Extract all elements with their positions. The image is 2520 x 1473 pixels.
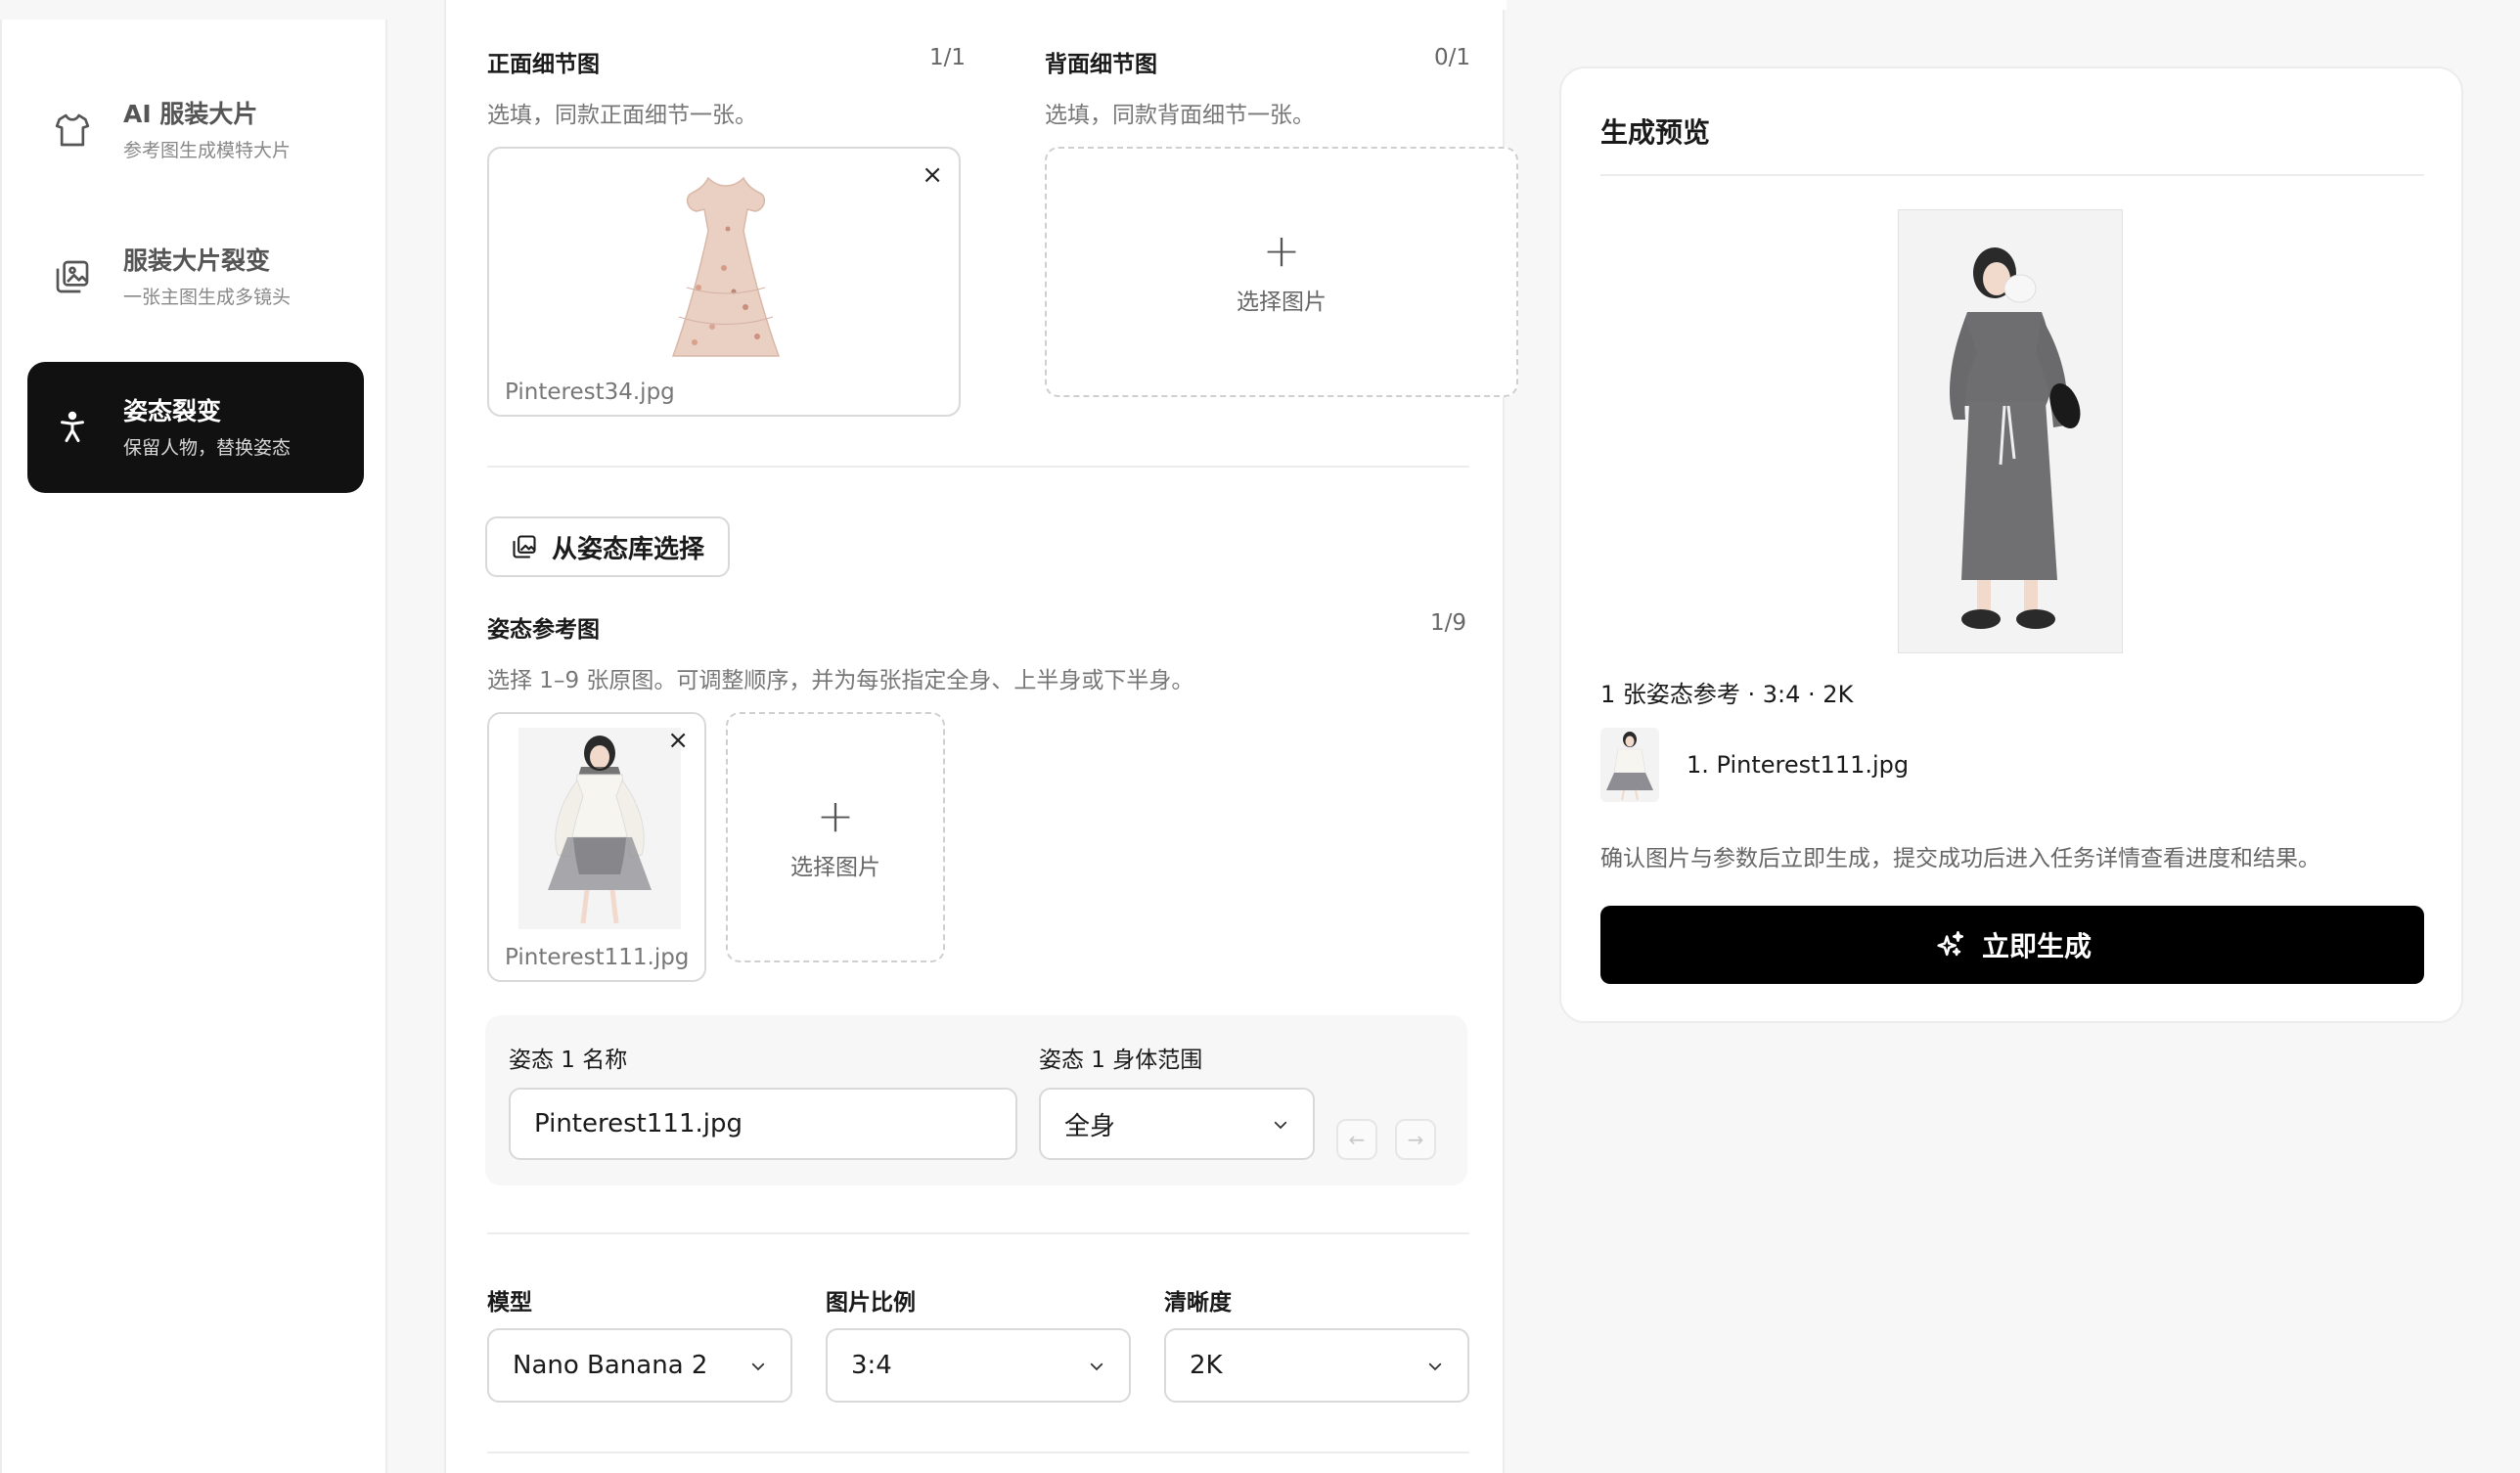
move-next-button[interactable]: → [1395,1119,1436,1160]
pose-name-input[interactable] [509,1088,1017,1160]
plus-icon: + [1262,224,1301,277]
sidebar-item-subtitle: 一张主图生成多镜头 [123,287,292,308]
generate-label: 立即生成 [1981,930,2092,962]
sidebar-item-pose-fission[interactable]: 姿态裂变 保留人物，替换姿态 [27,362,364,493]
chevron-down-icon [1428,1362,1442,1371]
select-image-label: 选择图片 [1237,290,1327,315]
preview-description: 确认图片与参数后立即生成，提交成功后进入任务详情查看进度和结果。 [1600,846,2320,871]
preview-title: 生成预览 [1600,116,1711,149]
model-select[interactable]: Nano Banana 2 [487,1328,792,1403]
ratio-label: 图片比例 [826,1290,916,1316]
sidebar-item-title: 服装大片裂变 [123,246,271,275]
pose-library-button[interactable]: 从姿态库选择 [485,516,730,577]
chevron-down-icon [1274,1121,1287,1130]
chevron-down-icon [1090,1362,1103,1371]
plus-icon: + [816,789,855,842]
preview-list-item: 1. Pinterest111.jpg [1600,728,1909,802]
sidebar-item-title: AI 服装大片 [123,100,258,128]
model-label: 模型 [487,1290,532,1316]
pose-range-label: 姿态 1 身体范围 [1039,1048,1203,1073]
quality-label: 清晰度 [1164,1290,1232,1316]
sidebar-item-subtitle: 保留人物，替换姿态 [123,437,292,459]
back-detail-upload[interactable]: + 选择图片 [1045,147,1518,397]
model-photo [1899,210,2122,652]
tab-edge [446,0,1507,10]
pose-range-select[interactable]: 全身 [1039,1088,1315,1160]
divider [1600,174,2424,176]
quality-select[interactable]: 2K [1164,1328,1469,1403]
ratio-select[interactable]: 3:4 [826,1328,1131,1403]
arrow-left-icon: ← [1348,1128,1366,1151]
divider [487,1232,1469,1234]
sidebar-item-ai-fashion[interactable]: AI 服装大片 参考图生成模特大片 [27,65,364,196]
pose-image [518,728,681,929]
front-detail-count: 1/1 [929,45,967,70]
chevron-down-icon [751,1362,765,1371]
model-value: Nano Banana 2 [513,1351,708,1380]
pose-ref-label: 姿态参考图 [487,617,600,643]
preview-item-name: 1. Pinterest111.jpg [1687,751,1910,779]
pose-ref-upload[interactable]: + 选择图片 [726,712,945,962]
select-image-label: 选择图片 [790,855,880,880]
move-prev-button[interactable]: ← [1336,1119,1377,1160]
pose-ref-hint: 选择 1–9 张原图。可调整顺序，并为每张指定全身、上半身或下半身。 [487,668,1194,693]
preview-meta: 1 张姿态参考 · 3:4 · 2K [1600,681,1854,708]
sidebar-item-subtitle: 参考图生成模特大片 [123,140,292,161]
image-stack-icon [53,257,92,296]
preview-image [1898,209,2123,653]
main-form: 正面细节图 1/1 选填，同款正面细节一张。 × Pinterest34.jpg… [444,0,1518,1473]
generate-button[interactable]: 立即生成 [1600,906,2424,984]
preview-card: 生成预览 1 张姿态参考 · 3:4 · 2K 1. Pinterest111.… [1559,67,2463,1023]
pose-name-label: 姿态 1 名称 [509,1048,628,1073]
pose-ref-card[interactable]: × Pinterest111.jpg [487,712,706,982]
divider [487,466,1469,468]
sidebar: AI 服装大片 参考图生成模特大片 服装大片裂变 一张主图生成多镜头 姿态裂变 … [0,20,387,1473]
quality-value: 2K [1190,1351,1223,1380]
sidebar-item-fashion-fission[interactable]: 服装大片裂变 一张主图生成多镜头 [27,211,364,342]
arrow-right-icon: → [1407,1128,1424,1151]
ratio-value: 3:4 [851,1351,892,1380]
pose-range-value: 全身 [1064,1111,1116,1141]
back-detail-label: 背面细节图 [1045,52,1157,77]
figure-icon [53,408,92,447]
pose-ref-count: 1/9 [1430,610,1467,636]
remove-front-image-button[interactable]: × [922,162,943,188]
back-detail-hint: 选填，同款背面细节一张。 [1045,103,1315,128]
dress-image [671,176,781,357]
front-detail-card[interactable]: × Pinterest34.jpg [487,147,961,417]
pose-item-panel: 姿态 1 名称 姿态 1 身体范围 全身 ← → [485,1015,1467,1185]
back-detail-count: 0/1 [1434,45,1471,70]
preview-thumbnail [1600,728,1659,802]
sparkle-icon [1937,930,1964,957]
sidebar-item-title: 姿态裂变 [123,397,222,425]
front-detail-label: 正面细节图 [487,52,600,77]
pose-library-label: 从姿态库选择 [552,534,705,564]
image-stack-icon [513,535,536,558]
divider [487,1451,1469,1453]
tshirt-icon [53,111,92,150]
pose-ref-filename: Pinterest111.jpg [505,945,690,970]
front-detail-hint: 选填，同款正面细节一张。 [487,103,757,128]
front-detail-filename: Pinterest34.jpg [505,379,675,405]
remove-pose-image-button[interactable]: × [667,728,689,753]
